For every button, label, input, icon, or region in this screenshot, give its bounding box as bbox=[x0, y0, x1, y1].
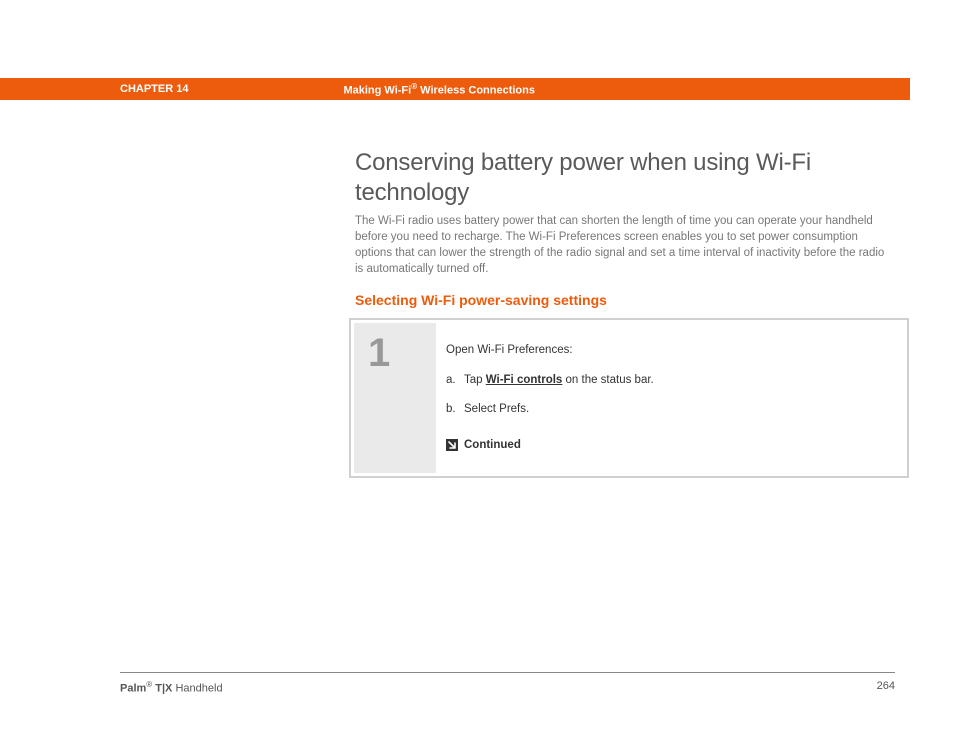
step-a-pre: Tap bbox=[464, 374, 486, 386]
continued-arrow-icon bbox=[446, 439, 458, 451]
footer-brand-c: Handheld bbox=[172, 683, 222, 695]
step-b-text: Select Prefs. bbox=[464, 403, 529, 415]
chapter-title: Making Wi-Fi® Wireless Connections bbox=[343, 82, 535, 97]
continued-row: Continued bbox=[446, 436, 886, 454]
step-intro: Open Wi-Fi Preferences: bbox=[446, 341, 886, 359]
step-content: Open Wi-Fi Preferences: a.Tap Wi-Fi cont… bbox=[436, 323, 904, 473]
step-a-letter: a. bbox=[446, 371, 464, 389]
footer-product: Palm® T|X Handheld bbox=[120, 680, 223, 695]
section-subhead: Selecting Wi-Fi power-saving settings bbox=[355, 292, 607, 308]
chapter-title-suffix: Wireless Connections bbox=[417, 84, 535, 96]
footer-rule bbox=[120, 672, 895, 673]
step-item-b: b.Select Prefs. bbox=[446, 400, 886, 418]
continued-label: Continued bbox=[464, 436, 521, 454]
step-b-letter: b. bbox=[446, 400, 464, 418]
chapter-header-bar: CHAPTER 14 Making Wi-Fi® Wireless Connec… bbox=[0, 78, 910, 100]
step-number: 1 bbox=[368, 333, 436, 373]
step-box: 1 Open Wi-Fi Preferences: a.Tap Wi-Fi co… bbox=[349, 318, 909, 478]
page-title: Conserving battery power when using Wi-F… bbox=[355, 148, 885, 208]
step-item-a: a.Tap Wi-Fi controls on the status bar. bbox=[446, 371, 886, 389]
page-number: 264 bbox=[877, 680, 895, 695]
step-number-column: 1 bbox=[354, 323, 436, 473]
step-a-post: on the status bar. bbox=[562, 374, 653, 386]
chapter-label: CHAPTER 14 bbox=[120, 83, 188, 95]
footer-brand-a: Palm bbox=[120, 683, 146, 695]
body-paragraph: The Wi-Fi radio uses battery power that … bbox=[355, 213, 890, 277]
footer: Palm® T|X Handheld 264 bbox=[120, 680, 895, 695]
chapter-title-prefix: Making Wi-Fi bbox=[343, 84, 411, 96]
wifi-controls-link[interactable]: Wi-Fi controls bbox=[486, 374, 563, 386]
footer-brand-b: T|X bbox=[152, 683, 172, 695]
